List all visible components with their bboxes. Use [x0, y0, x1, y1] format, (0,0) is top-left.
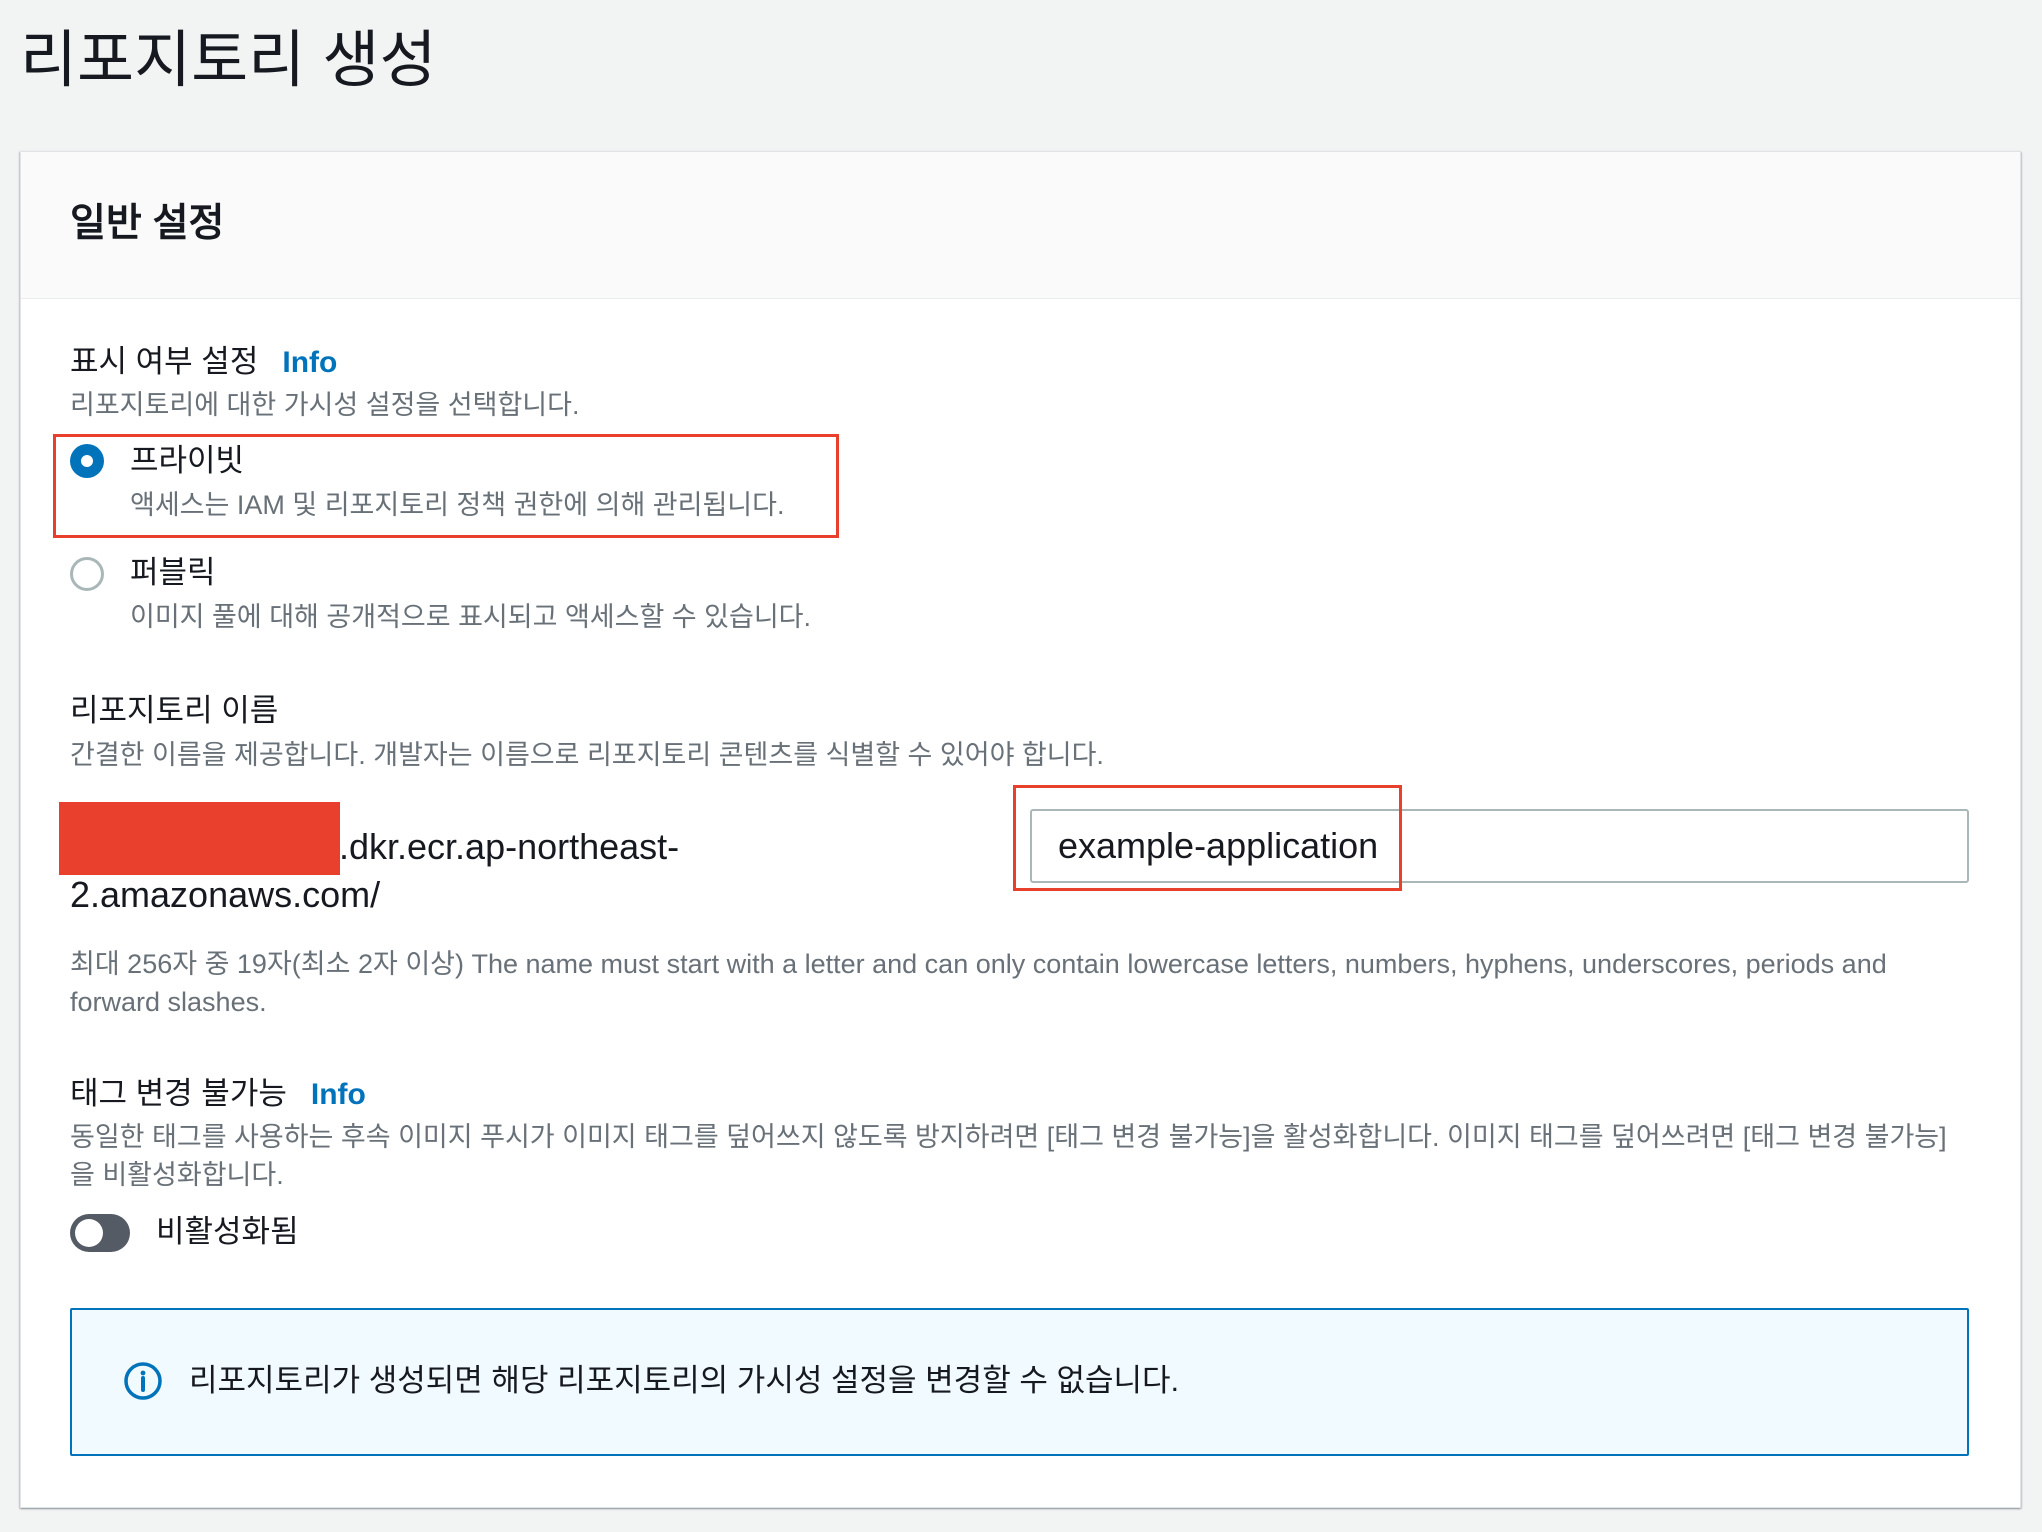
- public-option-label: 퍼블릭: [130, 555, 216, 590]
- public-radio[interactable]: [70, 557, 104, 591]
- visibility-field-label-row: 표시 여부 설정 Info: [70, 342, 337, 383]
- repository-name-description: 간결한 이름을 제공합니다. 개발자는 이름으로 리포지토리 콘텐츠를 식별할 …: [70, 740, 1104, 770]
- card-header: 일반 설정: [21, 152, 2020, 299]
- toggle-knob: [75, 1219, 103, 1247]
- visibility-info-alert: 리포지토리가 생성되면 해당 리포지토리의 가시성 설정을 변경할 수 없습니다…: [70, 1308, 1969, 1456]
- tag-immutability-info-link[interactable]: Info: [311, 1078, 366, 1111]
- visibility-option-public[interactable]: 퍼블릭 이미지 풀에 대해 공개적으로 표시되고 액세스할 수 있습니다.: [21, 552, 921, 642]
- tag-immutability-label: 태그 변경 불가능: [70, 1076, 287, 1111]
- private-option-description: 액세스는 IAM 및 리포지토리 정책 권한에 의해 관리됩니다.: [130, 490, 785, 520]
- info-circle-icon: [123, 1361, 163, 1401]
- private-option-label: 프라이빗: [130, 443, 245, 478]
- tag-immutability-state-label: 비활성화됨: [156, 1214, 299, 1249]
- visibility-label: 표시 여부 설정: [70, 344, 259, 379]
- private-radio[interactable]: [70, 444, 104, 478]
- tag-immutability-description: 동일한 태그를 사용하는 후속 이미지 푸시가 이미지 태그를 덮어쓰지 않도록…: [70, 1122, 1947, 1190]
- repository-name-constraint: 최대 256자 중 19자(최소 2자 이상) The name must st…: [70, 949, 1887, 1017]
- public-option-description: 이미지 풀에 대해 공개적으로 표시되고 액세스할 수 있습니다.: [130, 602, 812, 632]
- card-header-title: 일반 설정: [70, 202, 225, 245]
- page-title: 리포지토리 생성: [20, 26, 437, 95]
- repository-name-label: 리포지토리 이름: [70, 693, 279, 728]
- visibility-info-link[interactable]: Info: [282, 346, 337, 379]
- repository-name-input[interactable]: [1030, 809, 1969, 883]
- visibility-description: 리포지토리에 대한 가시성 설정을 선택합니다.: [70, 390, 580, 420]
- registry-uri-prefix-line1: .dkr.ecr.ap-northeast-: [339, 826, 680, 867]
- redacted-account-id: [59, 802, 340, 875]
- general-settings-card: 일반 설정 표시 여부 설정 Info 리포지토리에 대한 가시성 설정을 선택합…: [20, 151, 2021, 1508]
- registry-uri-prefix-line2: 2.amazonaws.com/: [70, 874, 381, 915]
- visibility-option-private[interactable]: 프라이빗 액세스는 IAM 및 리포지토리 정책 권한에 의해 관리됩니다.: [21, 440, 921, 530]
- tag-immutability-toggle[interactable]: [70, 1214, 130, 1252]
- tag-immutability-label-row: 태그 변경 불가능 Info: [70, 1074, 366, 1115]
- alert-message: 리포지토리가 생성되면 해당 리포지토리의 가시성 설정을 변경할 수 없습니다…: [189, 1363, 1180, 1398]
